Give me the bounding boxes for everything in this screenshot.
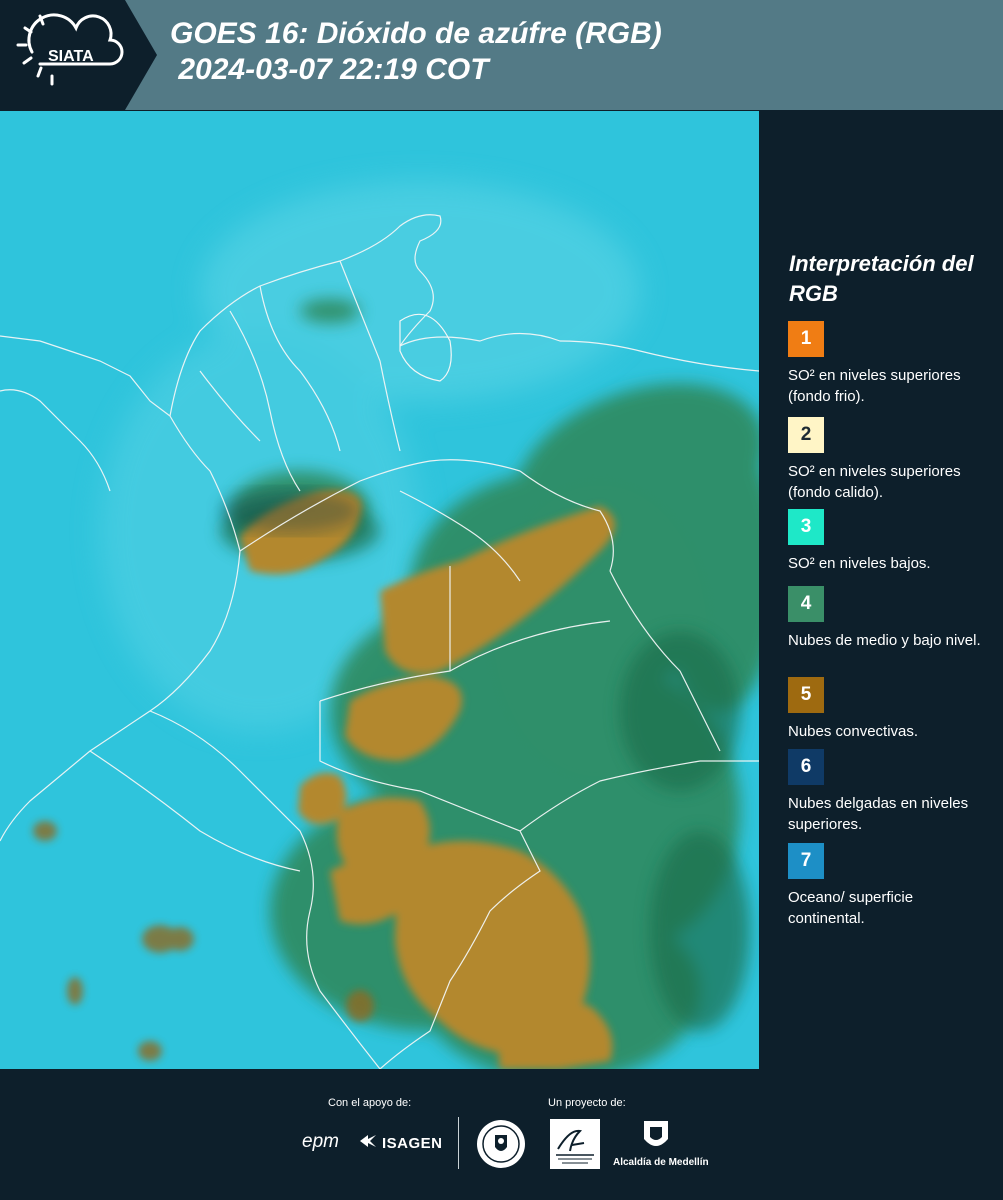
epm-logo: epm xyxy=(302,1131,339,1152)
legend-panel: Interpretación del RGB 1 SO² en niveles s… xyxy=(763,111,1003,1069)
legend-label: Nubes de medio y bajo nivel. xyxy=(788,632,981,649)
alcaldia-seal-icon xyxy=(642,1119,670,1153)
isagen-logo: ISAGEN xyxy=(382,1135,443,1152)
legend-label: Oceano/ superficie continental. xyxy=(788,889,914,927)
legend-swatch: 7 xyxy=(788,843,824,879)
legend-swatch: 1 xyxy=(788,321,824,357)
rgb-satellite-image xyxy=(0,111,759,1069)
alcaldia-label: Alcaldía de Medellín xyxy=(613,1157,709,1168)
legend-swatch: 3 xyxy=(788,509,824,545)
medellin-seal-icon xyxy=(476,1119,526,1169)
legend-item-5: 5 Nubes convectivas. xyxy=(788,677,993,742)
legend-label: Nubes convectivas. xyxy=(788,723,919,740)
legend-swatch: 5 xyxy=(788,677,824,713)
area-metropolitana-logo xyxy=(550,1119,600,1169)
legend-swatch: 2 xyxy=(788,417,824,453)
legend-label: SO² en niveles superiores (fondo frio). xyxy=(788,367,961,405)
legend-item-7: 7 Oceano/ superficie continental. xyxy=(788,843,993,929)
legend-title: Interpretación del RGB xyxy=(789,251,974,306)
support-label: Con el apoyo de: xyxy=(328,1097,412,1109)
legend-swatch: 6 xyxy=(788,749,824,785)
legend-label: SO² en niveles bajos. xyxy=(788,555,931,572)
legend-item-4: 4 Nubes de medio y bajo nivel. xyxy=(788,586,993,651)
siata-logo: SIATA xyxy=(0,0,157,110)
header-bar: SIATA GOES 16: Dióxido de azúfre (RGB) 2… xyxy=(0,0,1003,110)
legend-item-6: 6 Nubes delgadas en niveles superiores. xyxy=(788,749,993,835)
satellite-map xyxy=(0,111,759,1069)
footer-divider xyxy=(458,1117,459,1169)
footer-bar: Con el apoyo de: Un proyecto de: epm ISA… xyxy=(0,1069,1003,1200)
legend-item-1: 1 SO² en niveles superiores (fondo frio). xyxy=(788,321,993,407)
legend-item-3: 3 SO² en niveles bajos. xyxy=(788,509,993,574)
page-title: GOES 16: Dióxido de azúfre (RGB) 2024-03… xyxy=(170,16,662,88)
logo-text: SIATA xyxy=(48,48,94,65)
legend-swatch: 4 xyxy=(788,586,824,622)
legend-label: SO² en niveles superiores (fondo calido)… xyxy=(788,463,961,501)
title-line-1: GOES 16: Dióxido de azúfre (RGB) xyxy=(170,17,662,50)
legend-label: Nubes delgadas en niveles superiores. xyxy=(788,795,969,833)
project-label: Un proyecto de: xyxy=(548,1097,626,1109)
legend-item-2: 2 SO² en niveles superiores (fondo calido… xyxy=(788,417,993,503)
title-line-2: 2024-03-07 22:19 COT xyxy=(170,53,489,86)
isagen-logo-icon xyxy=(358,1133,380,1149)
